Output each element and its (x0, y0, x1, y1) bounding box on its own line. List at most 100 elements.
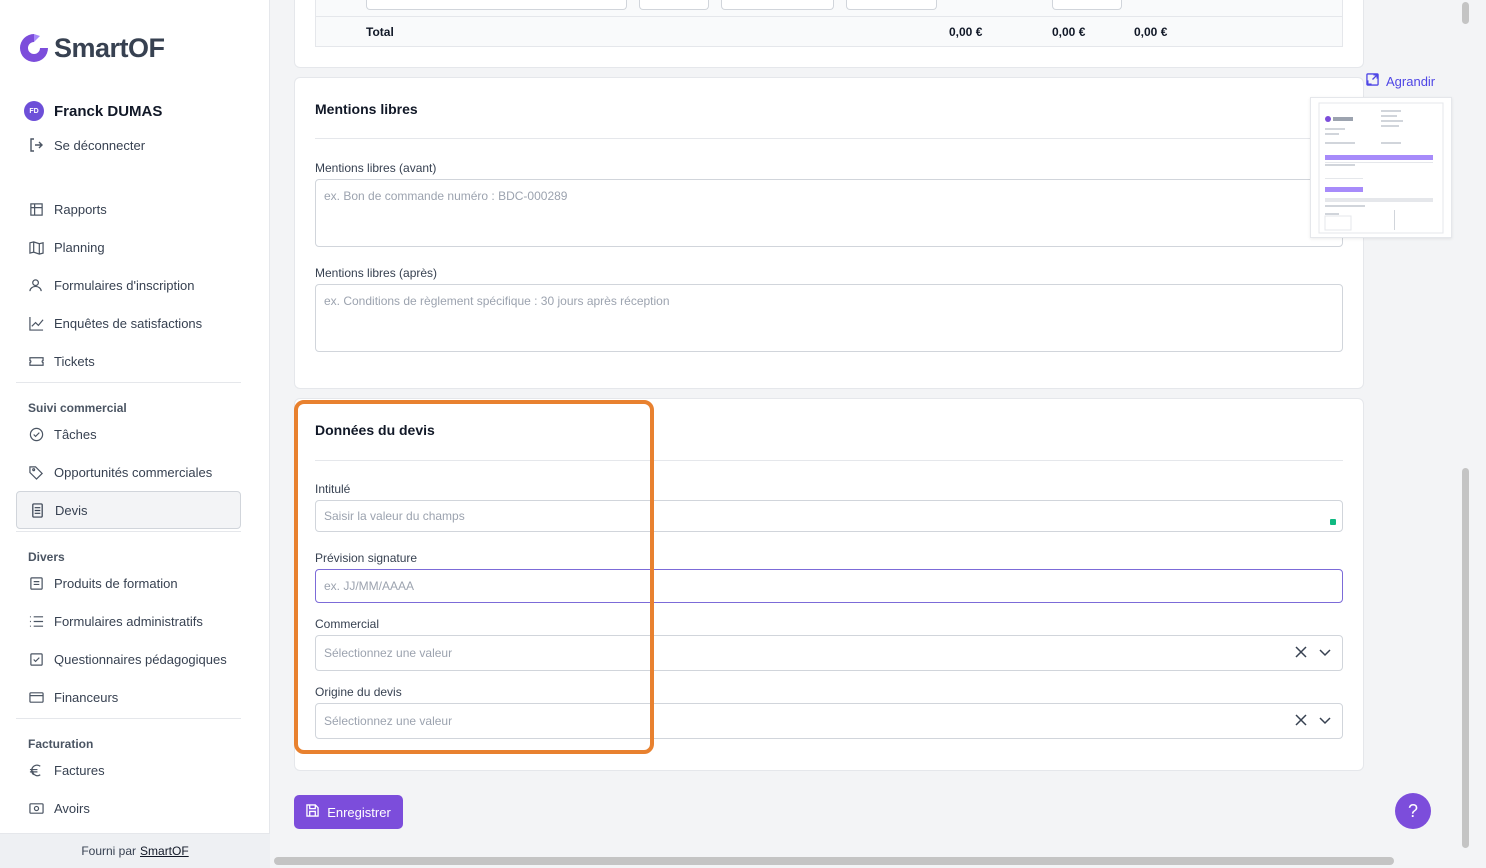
footer-text: Fourni par (81, 844, 137, 858)
total-ht: 0,00 € (949, 25, 983, 39)
sidebar-item-factures[interactable]: Factures (16, 751, 241, 789)
lines-table: Total 0,00 € 0,00 € 0,00 € (315, 0, 1343, 47)
map-icon (28, 239, 44, 255)
lines-table-card: Total 0,00 € 0,00 € 0,00 € (294, 0, 1364, 68)
logout-icon (28, 137, 44, 153)
mentions-before-textarea[interactable]: ex. Bon de commande numéro : BDC-000289 (315, 179, 1343, 247)
devis-data-title: Données du devis (315, 422, 435, 438)
sidebar-item-label: Enquêtes de satisfactions (54, 315, 203, 331)
intitule-placeholder: Saisir la valeur du champs (324, 509, 465, 523)
sidebar-item-planning[interactable]: Planning (16, 228, 241, 266)
intitule-input[interactable]: Saisir la valeur du champs (315, 500, 1343, 532)
sidebar-item-label: Planning (54, 239, 105, 255)
prevision-date-input[interactable]: ex. JJ/MM/AAAA (315, 569, 1343, 603)
sidebar-item-produits[interactable]: Produits de formation (16, 564, 241, 602)
sidebar-item-formulaires-inscription[interactable]: Formulaires d'inscription (16, 266, 241, 304)
card-divider (315, 138, 1343, 139)
main-content: Total 0,00 € 0,00 € 0,00 € Mentions libr… (270, 0, 1460, 868)
chart-icon (28, 315, 44, 331)
sidebar-item-opportunites[interactable]: Opportunités commerciales (16, 453, 241, 491)
mentions-after-textarea[interactable]: ex. Conditions de règlement spécifique :… (315, 284, 1343, 352)
sidebar-item-label: Formulaires d'inscription (54, 277, 195, 293)
sidebar-item-taches[interactable]: Tâches (16, 415, 241, 453)
vat-input[interactable] (846, 0, 937, 10)
mentions-before-label: Mentions libres (avant) (315, 161, 437, 175)
sidebar-item-devis[interactable]: Devis (16, 491, 241, 529)
sidebar-item-financeurs[interactable]: Financeurs (16, 678, 241, 716)
logout-label: Se déconnecter (54, 137, 146, 153)
logo-text: SmartOF (54, 32, 165, 63)
list-icon (28, 613, 44, 629)
document-preview-icon (1318, 102, 1444, 234)
card-divider (315, 460, 1343, 461)
unit-price-input[interactable] (721, 0, 834, 10)
status-dot-icon (1330, 519, 1336, 525)
prevision-label: Prévision signature (315, 551, 418, 565)
table-icon (28, 201, 44, 217)
nav-section-title: Divers (28, 550, 65, 564)
smartof-logo-icon (20, 34, 48, 62)
intitule-label: Intitulé (315, 482, 351, 496)
footer-link[interactable]: SmartOF (140, 844, 189, 858)
clear-icon[interactable] (1294, 645, 1308, 662)
ticket-icon (28, 353, 44, 369)
avatar: FD (24, 101, 44, 121)
mentions-after-label: Mentions libres (après) (315, 266, 438, 280)
total-label: Total (366, 25, 394, 39)
card-icon (28, 689, 44, 705)
commercial-select[interactable]: Sélectionnez une valeur (315, 635, 1343, 671)
user-icon (28, 277, 44, 293)
chevron-down-icon[interactable] (1318, 645, 1332, 662)
clear-icon[interactable] (1294, 713, 1308, 730)
discount-input[interactable] (1052, 0, 1122, 10)
logo[interactable]: SmartOF (16, 30, 165, 66)
total-row: Total 0,00 € 0,00 € 0,00 € (316, 16, 1342, 46)
enlarge-label: Agrandir (1386, 73, 1436, 89)
sidebar-item-label: Financeurs (54, 689, 119, 705)
checkbox-icon (28, 651, 44, 667)
nav-divider (16, 718, 241, 719)
designation-input[interactable] (366, 0, 627, 10)
enlarge-link[interactable]: Agrandir (1366, 73, 1435, 89)
sidebar-item-formulaires-admin[interactable]: Formulaires administratifs (16, 602, 241, 640)
sidebar: SmartOF FD Franck DUMAS Se déconnecter R… (0, 0, 270, 868)
sidebar-item-enquetes[interactable]: Enquêtes de satisfactions (16, 304, 241, 342)
quantity-input[interactable] (639, 0, 709, 10)
origine-select[interactable]: Sélectionnez une valeur (315, 703, 1343, 739)
prevision-placeholder: ex. JJ/MM/AAAA (324, 579, 415, 593)
sidebar-item-label: Tickets (54, 353, 95, 369)
vertical-scrollbar-thumb[interactable] (1462, 468, 1469, 848)
sidebar-item-avoirs[interactable]: Avoirs (16, 789, 241, 827)
sidebar-item-tickets[interactable]: Tickets (16, 342, 241, 380)
sidebar-item-label: Produits de formation (54, 575, 178, 591)
vertical-scrollbar-top[interactable] (1462, 2, 1469, 24)
chevron-down-icon[interactable] (1318, 713, 1332, 730)
horizontal-scrollbar-thumb[interactable] (274, 857, 1394, 865)
quote-preview-thumbnail[interactable] (1310, 97, 1452, 238)
mentions-card: Mentions libres Mentions libres (avant) … (294, 77, 1364, 389)
save-button[interactable]: Enregistrer (294, 795, 403, 829)
sidebar-item-questionnaires[interactable]: Questionnaires pédagogiques (16, 640, 241, 678)
user-name: Franck DUMAS (54, 102, 163, 120)
book-icon (28, 575, 44, 591)
total-ttc: 0,00 € (1134, 25, 1168, 39)
save-label: Enregistrer (327, 804, 391, 820)
nav-section-title: Suivi commercial (28, 401, 127, 415)
sidebar-item-label: Formulaires administratifs (54, 613, 203, 629)
devis-data-card: Données du devis Intitulé Saisir la vale… (294, 398, 1364, 771)
sidebar-item-label: Devis (55, 502, 88, 518)
euro-icon (28, 762, 44, 778)
help-button[interactable]: ? (1395, 793, 1431, 829)
tag-icon (28, 464, 44, 480)
total-tva: 0,00 € (1052, 25, 1086, 39)
sidebar-item-label: Avoirs (54, 800, 90, 816)
commercial-label: Commercial (315, 617, 380, 631)
origine-placeholder: Sélectionnez une valeur (324, 714, 453, 728)
logout-link[interactable]: Se déconnecter (28, 137, 145, 153)
sidebar-item-label: Factures (54, 762, 105, 778)
sidebar-item-rapports[interactable]: Rapports (16, 190, 241, 228)
footer: Fourni par SmartOF (0, 833, 270, 868)
nav-divider (16, 382, 241, 383)
expand-icon (1366, 73, 1379, 89)
sidebar-item-label: Rapports (54, 201, 107, 217)
